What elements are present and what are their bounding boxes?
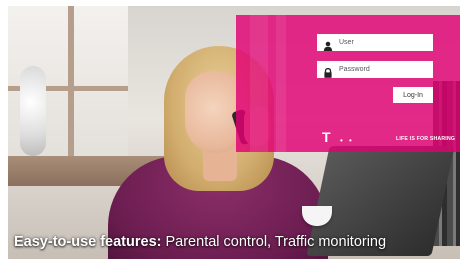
password-field[interactable]: Password: [317, 61, 433, 78]
user-icon: [323, 38, 333, 51]
user-field[interactable]: User: [317, 34, 433, 51]
panel-stripe: [250, 15, 268, 152]
brand-slogan: LIFE IS FOR SHARING: [396, 136, 456, 142]
lock-icon: [323, 65, 333, 78]
password-placeholder: Password: [339, 66, 370, 73]
telekom-logo: T: [322, 129, 332, 145]
logo-dots: • •: [340, 136, 354, 145]
lamp: [20, 66, 46, 156]
panel-stripe: [276, 15, 286, 152]
window-frame: [68, 6, 74, 176]
caption-text: Parental control, Traffic monitoring: [161, 234, 387, 250]
login-button[interactable]: Log-In: [393, 87, 433, 103]
caption-heading: Easy-to-use features:: [14, 234, 162, 250]
user-placeholder: User: [339, 39, 354, 46]
feature-caption: Easy-to-use features: Parental control, …: [14, 234, 386, 250]
